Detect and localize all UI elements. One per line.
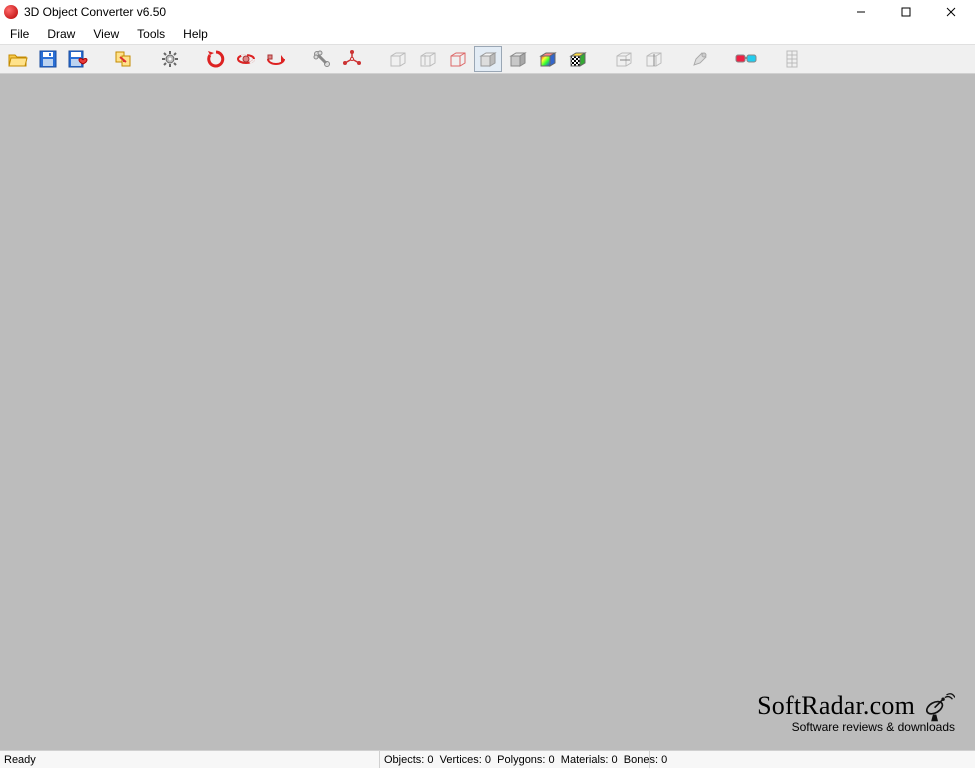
menu-view[interactable]: View (85, 25, 127, 43)
rotate-arrow-icon (266, 51, 286, 67)
grid-button[interactable] (778, 46, 806, 72)
rotate-z-button[interactable] (262, 46, 290, 72)
menu-tools[interactable]: Tools (129, 25, 173, 43)
view-front-button[interactable] (384, 46, 412, 72)
rotate-red-icon (207, 50, 225, 68)
close-button[interactable] (928, 0, 973, 24)
save-floppy-heart-icon (68, 50, 88, 68)
gear-icon (161, 50, 179, 68)
bone-tool-button[interactable] (308, 46, 336, 72)
save-floppy-icon (39, 50, 57, 68)
menu-file[interactable]: File (2, 25, 37, 43)
rotate-ring-icon (236, 50, 256, 68)
minimize-icon (856, 7, 866, 17)
batch-convert-icon (114, 50, 134, 68)
cube-wire-side-icon (418, 50, 438, 68)
watermark: SoftRadar.com Software reviews & downloa… (757, 689, 955, 734)
watermark-text: SoftRadar.com (757, 691, 915, 721)
cube-wire-front-icon (388, 50, 408, 68)
shade-checker-button[interactable] (564, 46, 592, 72)
radar-dish-icon (921, 689, 955, 723)
status-stats: Objects: 0 Vertices: 0 Polygons: 0 Mater… (380, 751, 650, 768)
minimize-button[interactable] (838, 0, 883, 24)
save-as-button[interactable] (64, 46, 92, 72)
cube-wire-axis2-icon (644, 50, 664, 68)
glasses-3d-icon (735, 52, 757, 66)
shade-color-button[interactable] (534, 46, 562, 72)
shade-smooth-button[interactable] (504, 46, 532, 72)
toolbar (0, 44, 975, 74)
edit-tool-gray-icon (691, 50, 709, 68)
axes-tool-icon (342, 50, 362, 68)
grid-column-icon (784, 50, 800, 68)
window-title: 3D Object Converter v6.50 (24, 5, 166, 19)
open-folder-icon (8, 50, 28, 68)
cube-solid-gray-icon (508, 50, 528, 68)
options-button[interactable] (156, 46, 184, 72)
rotate-x-button[interactable] (202, 46, 230, 72)
viewport[interactable]: SoftRadar.com Software reviews & downloa… (0, 74, 975, 750)
cube-rainbow-icon (538, 50, 558, 68)
materials-value: 0 (612, 754, 618, 766)
save-button[interactable] (34, 46, 62, 72)
maximize-icon (901, 7, 911, 17)
cube-solid-light-icon (478, 50, 498, 68)
watermark-tagline: Software reviews & downloads (757, 720, 955, 734)
open-button[interactable] (4, 46, 32, 72)
polygons-label: Polygons: (497, 754, 545, 766)
polygons-value: 0 (549, 754, 555, 766)
objects-label: Objects: (384, 754, 424, 766)
cull-front-button[interactable] (610, 46, 638, 72)
bone-tool-icon (313, 50, 331, 68)
view-side-button[interactable] (414, 46, 442, 72)
cube-wire-red-icon (448, 50, 468, 68)
menubar: File Draw View Tools Help (0, 24, 975, 44)
edit-tool-button[interactable] (686, 46, 714, 72)
materials-label: Materials: (561, 754, 609, 766)
objects-value: 0 (427, 754, 433, 766)
close-icon (946, 7, 956, 17)
vertices-label: Vertices: (440, 754, 482, 766)
status-ready: Ready (0, 751, 380, 768)
cull-back-button[interactable] (640, 46, 668, 72)
batch-convert-button[interactable] (110, 46, 138, 72)
axes-tool-button[interactable] (338, 46, 366, 72)
app-icon (4, 5, 18, 19)
cube-wire-axis1-icon (614, 50, 634, 68)
view-top-button[interactable] (444, 46, 472, 72)
vertices-value: 0 (485, 754, 491, 766)
menu-help[interactable]: Help (175, 25, 216, 43)
app-window: 3D Object Converter v6.50 File Draw View… (0, 0, 975, 768)
shade-flat-button[interactable] (474, 46, 502, 72)
cube-checker-icon (568, 50, 588, 68)
status-blank (650, 751, 975, 768)
rotate-y-button[interactable] (232, 46, 260, 72)
menu-draw[interactable]: Draw (39, 25, 83, 43)
titlebar: 3D Object Converter v6.50 (0, 0, 975, 24)
statusbar: Ready Objects: 0 Vertices: 0 Polygons: 0… (0, 750, 975, 768)
maximize-button[interactable] (883, 0, 928, 24)
glasses-3d-button[interactable] (732, 46, 760, 72)
